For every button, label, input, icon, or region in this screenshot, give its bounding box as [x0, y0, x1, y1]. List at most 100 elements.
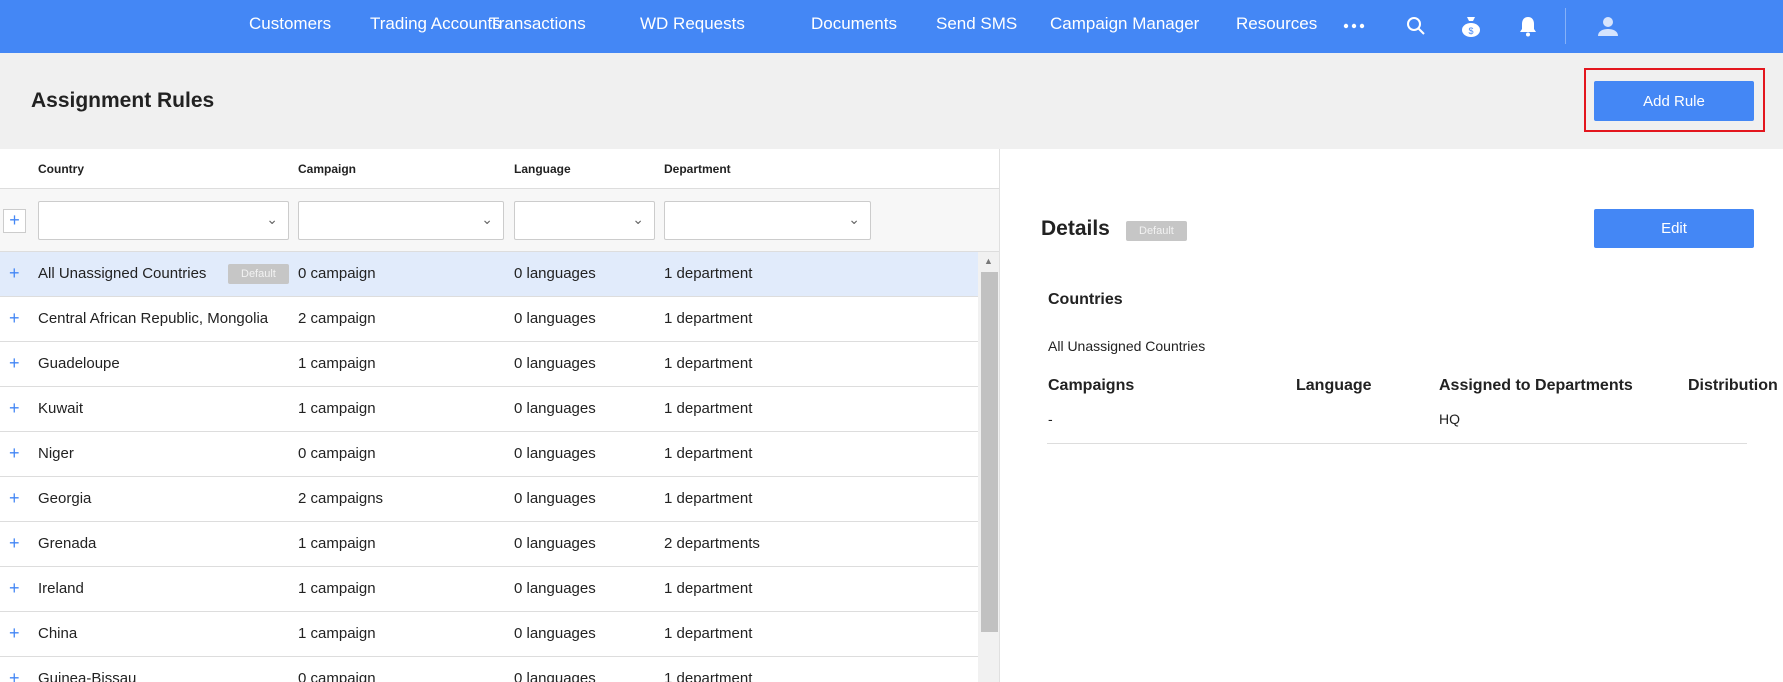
- table-header: Country Campaign Language Department: [0, 149, 999, 189]
- expand-plus-icon[interactable]: +: [9, 488, 20, 509]
- country-cell: Kuwait: [38, 400, 84, 417]
- top-nav: Customers Trading Accounts Transactions …: [0, 0, 1783, 53]
- campaign-cell: 2 campaigns: [298, 490, 384, 507]
- nav-campaign-manager[interactable]: Campaign Manager: [1050, 14, 1199, 34]
- campaign-cell: 2 campaign: [298, 310, 376, 327]
- divider: [1047, 443, 1747, 444]
- expand-plus-icon[interactable]: +: [9, 533, 20, 554]
- department-filter-select[interactable]: ⌄: [664, 201, 871, 240]
- table-row[interactable]: + Georgia 2 campaigns 0 languages 1 departme…: [0, 477, 978, 522]
- expand-plus-icon[interactable]: +: [9, 353, 20, 374]
- money-bag-icon[interactable]: $: [1459, 14, 1483, 38]
- campaign-cell: 1 campaign: [298, 625, 376, 642]
- page-title: Assignment Rules: [31, 89, 215, 112]
- campaign-cell: 1 campaign: [298, 535, 376, 552]
- campaign-cell: 1 campaign: [298, 400, 376, 417]
- country-filter-select[interactable]: ⌄: [38, 201, 289, 240]
- department-cell: 2 departments: [664, 535, 760, 552]
- campaign-filter-select[interactable]: ⌄: [298, 201, 504, 240]
- filter-row: + ⌄ ⌄ ⌄ ⌄: [0, 189, 999, 252]
- svg-text:$: $: [1468, 26, 1473, 36]
- campaign-cell: 1 campaign: [298, 580, 376, 597]
- table-body: + All Unassigned Countries 0 campaign 0 lan…: [0, 252, 978, 682]
- department-cell: 1 department: [664, 400, 753, 417]
- rules-table: Country Campaign Language Department + ⌄…: [0, 149, 1000, 682]
- department-cell: 1 department: [664, 355, 753, 372]
- language-cell: 0 languages: [514, 355, 596, 372]
- expand-plus-icon[interactable]: +: [9, 443, 20, 464]
- scrollbar-thumb[interactable]: [981, 272, 998, 632]
- nav-documents[interactable]: Documents: [811, 14, 897, 34]
- table-row[interactable]: + Grenada 1 campaign 0 languages 2 departmen…: [0, 522, 978, 567]
- chevron-down-icon: ⌄: [632, 211, 644, 227]
- user-icon[interactable]: [1596, 14, 1620, 38]
- language-cell: 0 languages: [514, 670, 596, 682]
- expand-plus-icon[interactable]: +: [9, 668, 20, 682]
- language-cell: 0 languages: [514, 265, 596, 282]
- country-cell: Guinea-Bissau: [38, 670, 137, 682]
- default-badge: Default: [228, 264, 289, 284]
- campaign-cell: 0 campaign: [298, 265, 376, 282]
- scroll-up-icon[interactable]: ▲: [984, 256, 993, 266]
- language-cell: 0 languages: [514, 625, 596, 642]
- departments-value: HQ: [1439, 411, 1460, 427]
- country-cell: Niger: [38, 445, 74, 462]
- search-icon[interactable]: [1404, 14, 1428, 38]
- nav-trading-accounts[interactable]: Trading Accounts: [370, 14, 501, 34]
- distribution-header: Distribution: [1688, 377, 1778, 394]
- chevron-down-icon: ⌄: [848, 211, 860, 227]
- department-cell: 1 department: [664, 445, 753, 462]
- nav-send-sms[interactable]: Send SMS: [936, 14, 1017, 34]
- nav-customers[interactable]: Customers: [249, 14, 331, 34]
- campaign-cell: 1 campaign: [298, 355, 376, 372]
- language-cell: 0 languages: [514, 400, 596, 417]
- language-filter-select[interactable]: ⌄: [514, 201, 655, 240]
- column-language: Language: [514, 162, 571, 176]
- table-row[interactable]: + Central African Republic, Mongolia 2 cam…: [0, 297, 978, 342]
- nav-resources[interactable]: Resources: [1236, 14, 1317, 34]
- scrollbar[interactable]: ▲: [978, 252, 999, 682]
- countries-label: Countries: [1048, 291, 1123, 308]
- campaign-cell: 0 campaign: [298, 670, 376, 682]
- department-cell: 1 department: [664, 580, 753, 597]
- page-header: Assignment Rules Add Rule: [0, 53, 1783, 149]
- department-cell: 1 department: [664, 310, 753, 327]
- chevron-down-icon: ⌄: [481, 211, 493, 227]
- column-department: Department: [664, 162, 731, 176]
- table-row[interactable]: + China 1 campaign 0 languages 1 department: [0, 612, 978, 657]
- details-title: Details: [1041, 217, 1110, 240]
- expand-plus-icon[interactable]: +: [9, 263, 20, 284]
- department-cell: 1 department: [664, 670, 753, 682]
- edit-button[interactable]: Edit: [1594, 209, 1754, 248]
- language-cell: 0 languages: [514, 490, 596, 507]
- bell-icon[interactable]: [1516, 14, 1540, 38]
- add-row-button[interactable]: +: [3, 209, 26, 233]
- nav-transactions[interactable]: Transactions: [489, 14, 586, 34]
- add-rule-button[interactable]: Add Rule: [1594, 81, 1754, 121]
- expand-plus-icon[interactable]: +: [9, 623, 20, 644]
- table-row[interactable]: + Guadeloupe 1 campaign 0 languages 1 depart…: [0, 342, 978, 387]
- language-header: Language: [1296, 377, 1372, 394]
- expand-plus-icon[interactable]: +: [9, 308, 20, 329]
- campaign-cell: 0 campaign: [298, 445, 376, 462]
- expand-plus-icon[interactable]: +: [9, 578, 20, 599]
- table-row[interactable]: + Niger 0 campaign 0 languages 1 department: [0, 432, 978, 477]
- country-cell: China: [38, 625, 78, 642]
- country-cell: Grenada: [38, 535, 97, 552]
- country-cell: All Unassigned Countries: [38, 265, 207, 282]
- department-cell: 1 department: [664, 265, 753, 282]
- language-cell: 0 languages: [514, 535, 596, 552]
- department-cell: 1 department: [664, 625, 753, 642]
- country-cell: Guadeloupe: [38, 355, 120, 372]
- table-row[interactable]: + Kuwait 1 campaign 0 languages 1 department: [0, 387, 978, 432]
- campaigns-value: -: [1048, 411, 1053, 427]
- expand-plus-icon[interactable]: +: [9, 398, 20, 419]
- table-row[interactable]: + Ireland 1 campaign 0 languages 1 departmen…: [0, 567, 978, 612]
- table-row[interactable]: + Guinea-Bissau 0 campaign 0 languages 1 dep…: [0, 657, 978, 682]
- table-row[interactable]: + All Unassigned Countries 0 campaign 0 lan…: [0, 252, 978, 297]
- country-cell: Ireland: [38, 580, 84, 597]
- nav-wd-requests[interactable]: WD Requests: [640, 14, 745, 34]
- more-icon[interactable]: [1342, 14, 1366, 38]
- country-cell: Georgia: [38, 490, 92, 507]
- language-cell: 0 languages: [514, 445, 596, 462]
